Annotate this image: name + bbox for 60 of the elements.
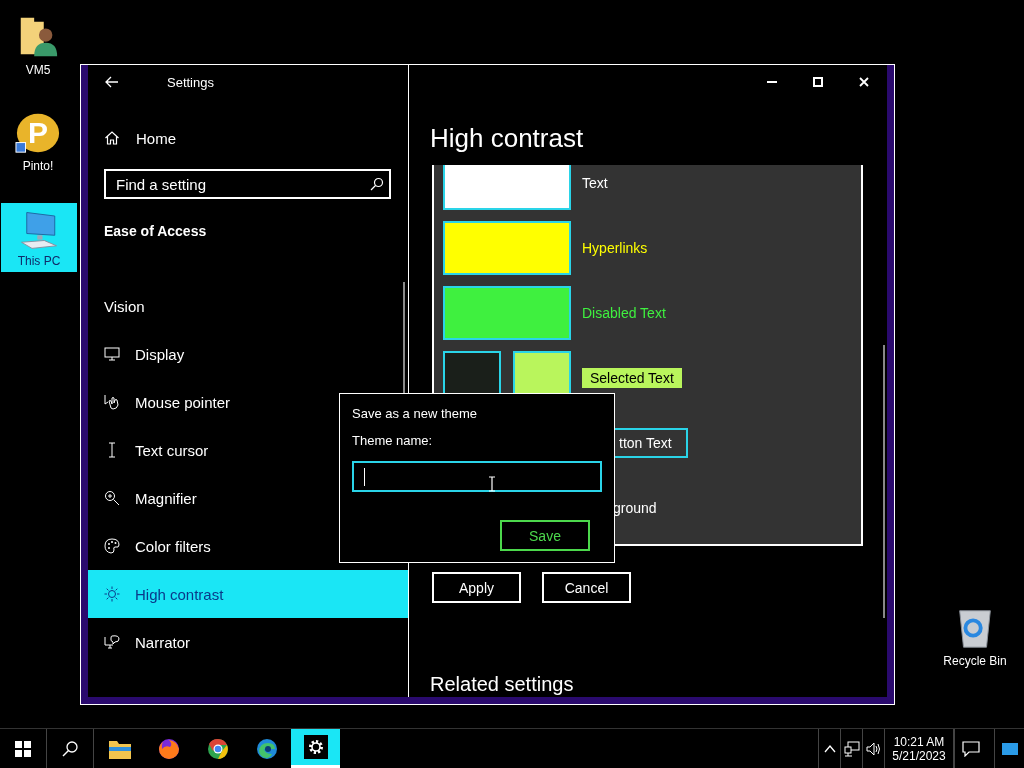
windows-logo-icon <box>15 740 31 757</box>
color-swatch[interactable] <box>443 286 571 340</box>
color-swatch[interactable] <box>443 165 571 210</box>
dialog-title: Save as a new theme <box>352 406 479 423</box>
home-link[interactable]: Home <box>88 114 408 162</box>
minimize-icon <box>767 81 777 83</box>
save-button[interactable]: Save <box>500 520 590 551</box>
back-button[interactable] <box>105 75 119 89</box>
search-icon <box>62 740 78 757</box>
hand-pointer-icon <box>104 394 120 410</box>
network-button[interactable] <box>840 729 862 768</box>
taskbar-button[interactable] <box>291 729 340 768</box>
desktop-icon[interactable]: P Pinto! <box>0 104 76 177</box>
close-icon <box>859 77 869 87</box>
page-title: High contrast <box>430 122 584 155</box>
clock-date: 5/21/2023 <box>892 748 946 763</box>
desktop-icon[interactable]: VM5 <box>0 8 76 81</box>
network-icon <box>843 740 860 757</box>
color-label: Disabled Text <box>582 305 666 321</box>
window-title: Settings <box>167 74 214 90</box>
group-heading: Vision <box>104 297 145 317</box>
home-icon <box>104 130 120 146</box>
globe-fox-icon <box>156 736 181 761</box>
nav-item[interactable]: Magnifier <box>88 474 408 522</box>
nav-item[interactable]: High contrast <box>88 570 408 618</box>
desktop-icon[interactable]: This PC <box>1 203 77 272</box>
clock[interactable]: 10:21 AM 5/21/2023 <box>884 729 954 768</box>
monitor-icon <box>104 346 120 362</box>
scrollbar[interactable] <box>883 345 885 618</box>
sun-icon <box>104 586 120 602</box>
field-label: Theme name: <box>352 433 434 450</box>
section-heading: Related settings <box>430 673 574 696</box>
nav-item[interactable]: Color filters <box>88 522 408 570</box>
dialog-button[interactable]: Apply <box>432 572 521 603</box>
dialog-button[interactable]: Cancel <box>542 572 631 603</box>
input-field[interactable] <box>352 461 602 492</box>
color-label: ground <box>613 500 657 516</box>
color-label: Hyperlinks <box>582 240 648 256</box>
section-heading: Ease of Access <box>104 222 207 241</box>
search-icon <box>370 177 384 191</box>
palette-icon <box>104 538 120 554</box>
search-field[interactable]: Find a setting <box>104 169 391 199</box>
maximize-icon <box>813 77 823 87</box>
desktop-icon[interactable]: Recycle Bin <box>937 599 1013 672</box>
magnifier-icon <box>104 490 120 506</box>
back-arrow-icon <box>105 76 119 88</box>
color-swatch[interactable] <box>443 221 571 275</box>
narrator-icon <box>104 634 120 650</box>
swirl-icon <box>254 736 279 761</box>
gear-icon <box>303 735 328 759</box>
color-label: Selected Text <box>582 368 682 388</box>
round-logo-icon <box>205 736 230 761</box>
i-beam-cursor-icon <box>488 476 496 492</box>
color-label: Text <box>582 175 608 191</box>
nav-item[interactable]: Narrator <box>88 618 408 666</box>
speaker-icon <box>865 741 882 756</box>
speech-bubble-icon <box>961 740 980 757</box>
nav-item[interactable]: Display <box>88 330 408 378</box>
chevron-up-icon <box>823 744 836 753</box>
clock-time: 10:21 AM <box>893 734 945 749</box>
